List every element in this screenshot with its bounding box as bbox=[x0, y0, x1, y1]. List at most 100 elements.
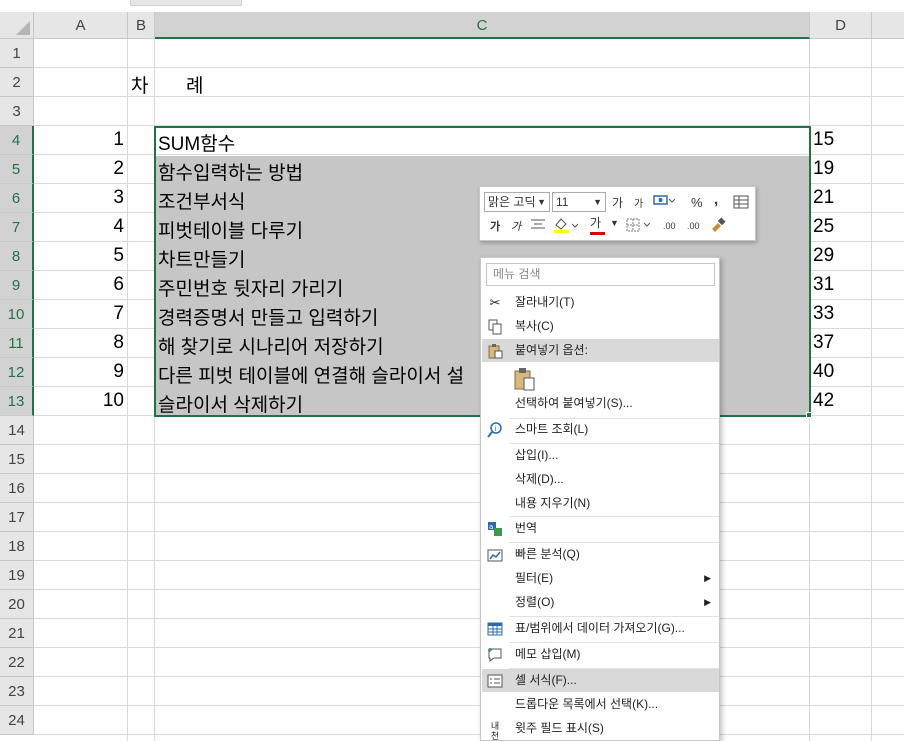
toc-number-cell[interactable]: 5 bbox=[34, 245, 124, 267]
row-header[interactable]: 10 bbox=[0, 300, 34, 329]
toc-title-cell[interactable]: 슬라이서 삭제하기 bbox=[158, 390, 303, 417]
column-header-a[interactable]: A bbox=[34, 12, 128, 39]
font-name-box[interactable]: 맑은 고딕 ▼ bbox=[484, 192, 550, 212]
toc-page-cell[interactable]: 21 bbox=[813, 187, 834, 209]
menu-item-phonetic[interactable]: 내천 윗주 필드 표시(S) bbox=[482, 717, 719, 741]
select-all-button[interactable] bbox=[0, 12, 34, 39]
toc-number-cell[interactable]: 8 bbox=[34, 332, 124, 354]
menu-item-delete-label: 삭제(D)... bbox=[515, 472, 564, 486]
toc-title-cell[interactable]: 해 찾기로 시나리어 저장하기 bbox=[158, 332, 384, 359]
row-header[interactable]: 20 bbox=[0, 590, 34, 619]
row-header[interactable]: 13 bbox=[0, 387, 34, 416]
row-header[interactable]: 14 bbox=[0, 416, 34, 445]
borders-icon[interactable] bbox=[626, 217, 654, 236]
font-color-icon[interactable]: 가 ▼ bbox=[590, 216, 619, 235]
row-header[interactable]: 19 bbox=[0, 561, 34, 590]
row-header[interactable]: 3 bbox=[0, 97, 34, 126]
menu-item-paste-special[interactable]: 선택하여 붙여넣기(S)... bbox=[482, 392, 719, 415]
toc-page-cell[interactable]: 37 bbox=[813, 332, 834, 354]
table-icon bbox=[487, 621, 503, 637]
row-header[interactable]: 12 bbox=[0, 358, 34, 387]
toc-number-cell[interactable]: 1 bbox=[34, 129, 124, 151]
row-header[interactable]: 16 bbox=[0, 474, 34, 503]
toc-title-cell[interactable]: SUM함수 bbox=[158, 129, 235, 156]
row-header[interactable]: 11 bbox=[0, 329, 34, 358]
menu-item-get-data[interactable]: 표/범위에서 데이터 가져오기(G)... bbox=[482, 617, 719, 640]
row-header[interactable]: 7 bbox=[0, 213, 34, 242]
menu-item-phonetic-label: 윗주 필드 표시(S) bbox=[515, 721, 604, 735]
align-center-icon[interactable] bbox=[530, 218, 546, 235]
menu-item-translate[interactable]: a 번역 bbox=[482, 517, 719, 540]
column-header-d[interactable]: D bbox=[810, 12, 872, 39]
row-header[interactable]: 15 bbox=[0, 445, 34, 474]
toc-number-cell[interactable]: 4 bbox=[34, 216, 124, 238]
menu-item-copy[interactable]: 복사(C) bbox=[482, 315, 719, 338]
increase-decimal-icon[interactable]: .00 bbox=[663, 219, 676, 233]
menu-item-smart-lookup[interactable]: i 스마트 조회(L) bbox=[482, 418, 719, 441]
menu-item-clear-contents[interactable]: 내용 지우기(N) bbox=[482, 492, 719, 515]
toc-title-cell[interactable]: 다른 피벗 테이블에 연결해 슬라이서 설 bbox=[158, 361, 464, 388]
menu-item-quick-analysis[interactable]: 빠른 분석(Q) bbox=[482, 543, 719, 566]
paste-icon[interactable] bbox=[513, 367, 537, 391]
row-header[interactable]: 24 bbox=[0, 706, 34, 735]
row-header[interactable]: 23 bbox=[0, 677, 34, 706]
menu-item-cut[interactable]: ✂ 잘라내기(T) bbox=[482, 291, 719, 314]
toc-number-cell[interactable]: 3 bbox=[34, 187, 124, 209]
toc-number-cell[interactable]: 9 bbox=[34, 361, 124, 383]
toc-page-cell[interactable]: 29 bbox=[813, 245, 834, 267]
fill-color-icon[interactable] bbox=[553, 216, 579, 237]
row-header[interactable]: 6 bbox=[0, 184, 34, 213]
toc-page-cell[interactable]: 19 bbox=[813, 158, 834, 180]
format-table-icon[interactable] bbox=[733, 194, 749, 213]
row-header[interactable]: 22 bbox=[0, 648, 34, 677]
accounting-format-icon[interactable] bbox=[653, 193, 676, 212]
menu-item-delete[interactable]: 삭제(D)... bbox=[482, 468, 719, 491]
row-header[interactable]: 21 bbox=[0, 619, 34, 648]
toc-page-cell[interactable]: 33 bbox=[813, 303, 834, 325]
toc-title-cell[interactable]: 함수입력하는 방법 bbox=[158, 158, 303, 185]
menu-search-input[interactable]: 메뉴 검색 bbox=[486, 263, 715, 286]
toc-page-cell[interactable]: 40 bbox=[813, 361, 834, 383]
fill-handle[interactable] bbox=[806, 412, 812, 418]
column-header-b[interactable]: B bbox=[128, 12, 155, 39]
row-header[interactable]: 9 bbox=[0, 271, 34, 300]
font-size-box[interactable]: 11 ▼ bbox=[552, 192, 606, 212]
toc-number-cell[interactable]: 10 bbox=[34, 390, 124, 412]
toc-title-cell[interactable]: 주민번호 뒷자리 가리기 bbox=[158, 274, 343, 301]
toc-page-cell[interactable]: 25 bbox=[813, 216, 834, 238]
toc-number-cell[interactable]: 7 bbox=[34, 303, 124, 325]
format-painter-icon[interactable] bbox=[709, 217, 727, 236]
comma-style-icon[interactable]: , bbox=[714, 192, 718, 207]
toc-page-cell[interactable]: 42 bbox=[813, 390, 834, 412]
toc-title-cell[interactable]: 차트만들기 bbox=[158, 245, 245, 272]
toc-title-cell[interactable]: 경력증명서 만들고 입력하기 bbox=[158, 303, 378, 330]
menu-item-pick-from-list[interactable]: 드롭다운 목록에서 선택(K)... bbox=[482, 693, 719, 716]
italic-icon[interactable]: 가 bbox=[511, 220, 521, 234]
menu-item-insert-comment[interactable]: 메모 삽입(M) bbox=[482, 643, 719, 666]
row-header[interactable]: 18 bbox=[0, 532, 34, 561]
toc-number-cell[interactable]: 2 bbox=[34, 158, 124, 180]
row-header[interactable]: 2 bbox=[0, 68, 34, 97]
row-header[interactable]: 5 bbox=[0, 155, 34, 184]
row-header[interactable]: 1 bbox=[0, 39, 34, 68]
toc-title-cell[interactable]: 피벗테이블 다루기 bbox=[158, 216, 303, 243]
toc-number-cell[interactable]: 6 bbox=[34, 274, 124, 296]
gridline bbox=[127, 39, 128, 741]
row-header[interactable]: 4 bbox=[0, 126, 34, 155]
grow-font-icon[interactable]: 가 bbox=[612, 196, 623, 210]
menu-item-format-cells[interactable]: 셀 서식(F)... bbox=[482, 669, 719, 692]
toc-page-cell[interactable]: 15 bbox=[813, 129, 834, 151]
bold-icon[interactable]: 가 bbox=[490, 220, 500, 234]
toc-title-cell[interactable]: 조건부서식 bbox=[158, 187, 245, 214]
toc-page-cell[interactable]: 31 bbox=[813, 274, 834, 296]
column-header-e[interactable] bbox=[872, 12, 904, 39]
decrease-decimal-icon[interactable]: .00 bbox=[687, 219, 700, 233]
menu-item-insert[interactable]: 삽입(I)... bbox=[482, 444, 719, 467]
percent-icon[interactable]: % bbox=[691, 196, 703, 210]
menu-item-sort[interactable]: 정렬(O) ▶ bbox=[482, 591, 719, 614]
row-header[interactable]: 8 bbox=[0, 242, 34, 271]
column-header-c[interactable]: C bbox=[155, 12, 810, 39]
row-header[interactable]: 17 bbox=[0, 503, 34, 532]
shrink-font-icon[interactable]: 가 bbox=[634, 198, 643, 212]
menu-item-filter[interactable]: 필터(E) ▶ bbox=[482, 567, 719, 590]
